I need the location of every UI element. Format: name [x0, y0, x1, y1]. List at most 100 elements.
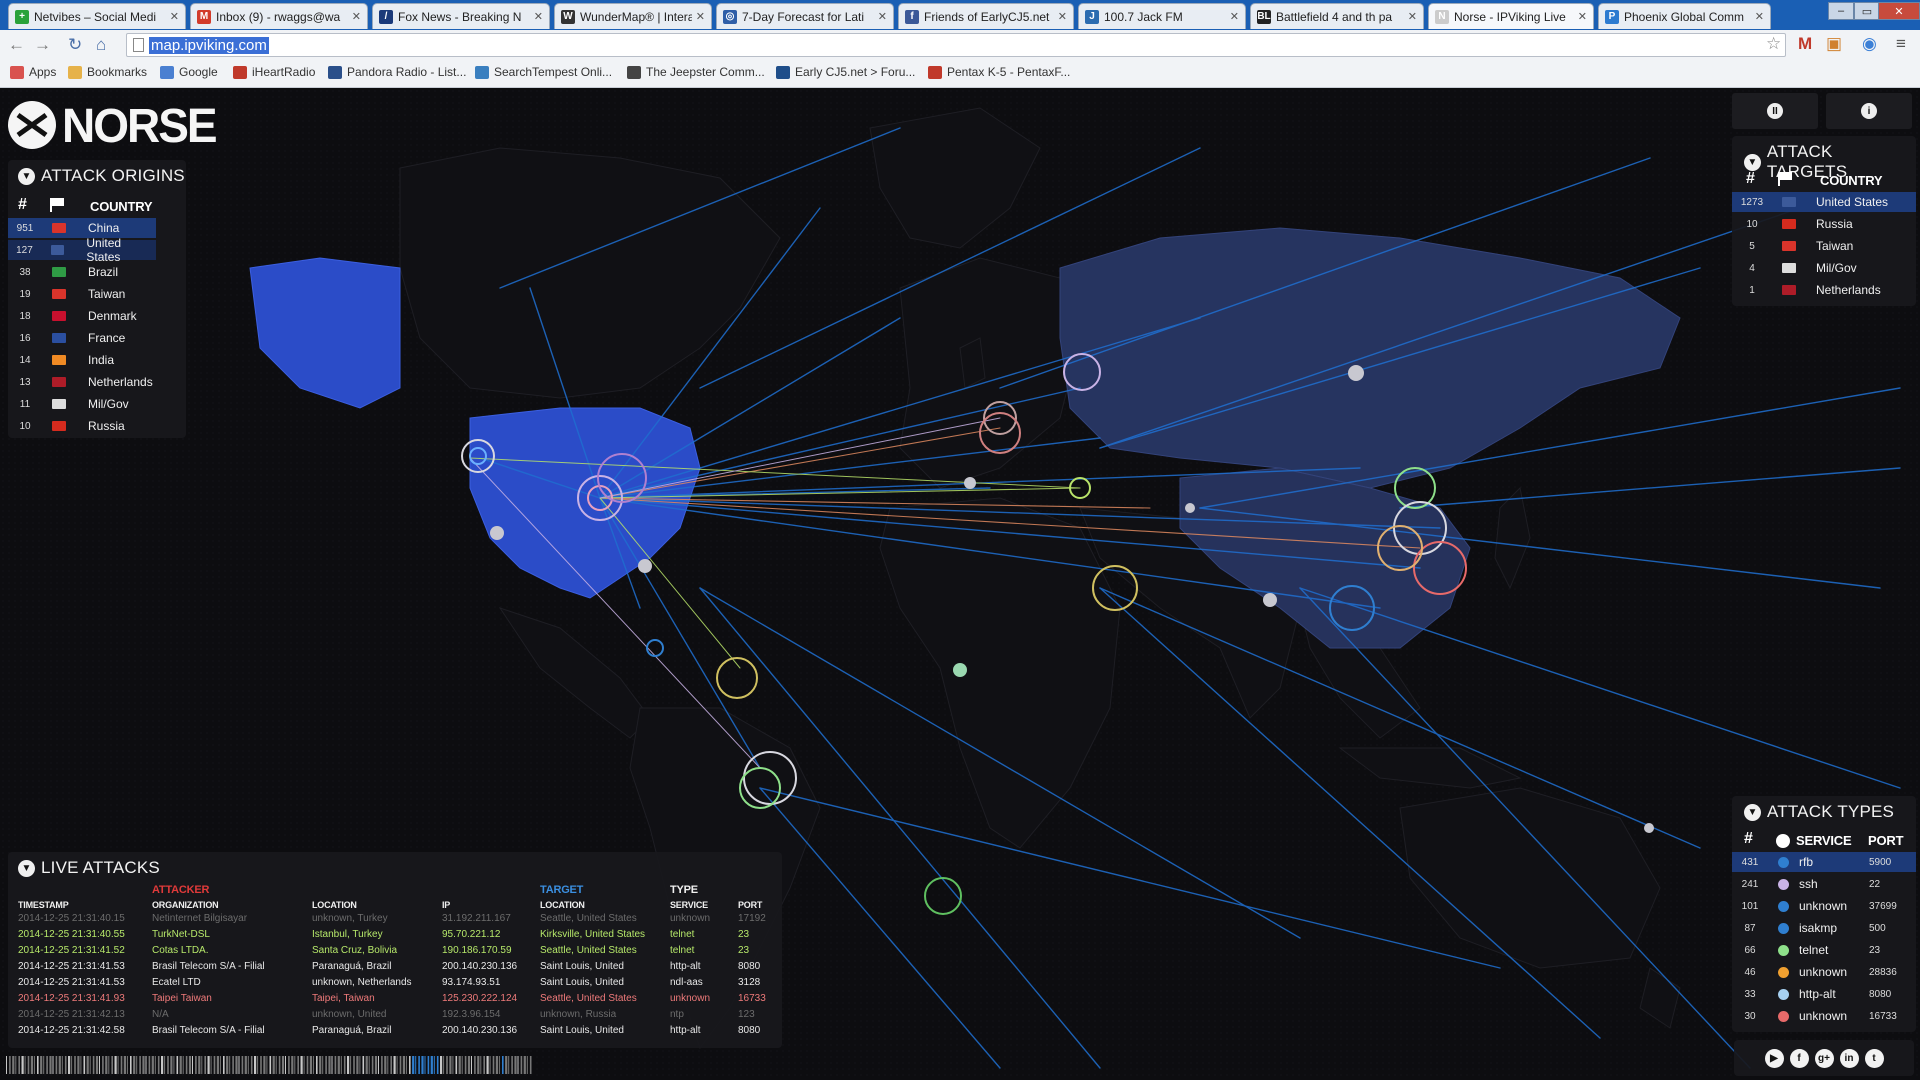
live-attack-row[interactable]: 2014-12-25 21:31:40.55 TurkNet-DSL Istanbu…: [8, 928, 782, 944]
live-attack-row[interactable]: 2014-12-25 21:31:41.53 Brasil Telecom S/A…: [8, 960, 782, 976]
youtube-icon[interactable]: ▶: [1764, 1048, 1784, 1068]
browser-tab[interactable]: ◎ 7-Day Forecast for Lati ✕: [716, 3, 894, 29]
browser-tab[interactable]: P Phoenix Global Comm ✕: [1598, 3, 1771, 29]
timeline-bar: [511, 1056, 513, 1074]
target-row[interactable]: 1 Netherlands: [1732, 280, 1916, 300]
facebook-icon[interactable]: f: [1789, 1048, 1809, 1068]
bookmark-item[interactable]: Bookmarks: [68, 65, 147, 79]
reload-icon[interactable]: ↻: [68, 35, 82, 55]
live-attack-row[interactable]: 2014-12-25 21:31:41.52 Cotas LTDA. Santa C…: [8, 944, 782, 960]
gmail-extension-icon[interactable]: M: [1798, 34, 1812, 54]
timeline-bar: [139, 1056, 141, 1074]
close-tab-icon[interactable]: ✕: [352, 10, 361, 23]
address-bar[interactable]: map.ipviking.com: [126, 33, 1786, 57]
menu-icon[interactable]: ≡: [1896, 34, 1906, 54]
origin-row[interactable]: 10 Russia: [8, 416, 178, 436]
info-button[interactable]: i: [1826, 93, 1912, 129]
extension-icon[interactable]: ◉: [1862, 34, 1877, 54]
browser-tab[interactable]: f Friends of EarlyCJ5.net ✕: [898, 3, 1074, 29]
close-tab-icon[interactable]: ✕: [1755, 10, 1764, 23]
close-tab-icon[interactable]: ✕: [1058, 10, 1067, 23]
bookmark-item[interactable]: Apps: [10, 65, 56, 79]
live-attack-row[interactable]: 2014-12-25 21:31:40.15 Netinternet Bilgis…: [8, 912, 782, 928]
close-tab-icon[interactable]: ✕: [878, 10, 887, 23]
close-tab-icon[interactable]: ✕: [170, 10, 179, 23]
attack-type-row[interactable]: 66 telnet 23: [1732, 940, 1916, 960]
close-tab-icon[interactable]: ✕: [1408, 10, 1417, 23]
chevron-down-icon[interactable]: ▼: [1744, 803, 1761, 821]
attack-type-row[interactable]: 431 rfb 5900: [1732, 852, 1916, 872]
timeline-bar: [347, 1056, 350, 1074]
url-text[interactable]: map.ipviking.com: [149, 37, 269, 54]
home-icon[interactable]: ⌂: [96, 35, 106, 55]
extension-icon[interactable]: ▣: [1826, 34, 1842, 54]
forward-icon[interactable]: →: [34, 35, 51, 55]
bookmark-item[interactable]: SearchTempest Onli...: [475, 65, 612, 79]
linkedin-icon[interactable]: in: [1839, 1048, 1859, 1068]
browser-tab[interactable]: J 100.7 Jack FM ✕: [1078, 3, 1246, 29]
back-icon[interactable]: ←: [8, 35, 25, 55]
close-tab-icon[interactable]: ✕: [1230, 10, 1239, 23]
origin-country: India: [88, 353, 115, 367]
live-attack-row[interactable]: 2014-12-25 21:31:41.93 Taipei Taiwan Taipe…: [8, 992, 782, 1008]
bookmark-item[interactable]: iHeartRadio: [233, 65, 315, 79]
chevron-down-icon[interactable]: ▼: [18, 167, 35, 185]
origin-row[interactable]: 13 Netherlands: [8, 372, 178, 392]
attack-type-row[interactable]: 101 unknown 37699: [1732, 896, 1916, 916]
origin-row[interactable]: 38 Brazil: [8, 262, 178, 282]
target-row[interactable]: 4 Mil/Gov: [1732, 258, 1916, 278]
attack-type-row[interactable]: 241 ssh 22: [1732, 874, 1916, 894]
bookmark-item[interactable]: The Jeepster Comm...: [627, 65, 765, 79]
chevron-down-icon[interactable]: ▼: [1744, 153, 1761, 171]
attacker-organization: Cotas LTDA.: [152, 945, 209, 956]
browser-tab[interactable]: W WunderMap® | Interac ✕: [554, 3, 712, 29]
live-attacks-title[interactable]: ▼ LIVE ATTACKS: [18, 858, 160, 878]
attack-type-row[interactable]: 30 unknown 16733: [1732, 1006, 1916, 1026]
origin-row[interactable]: 127 United States: [8, 236, 156, 264]
live-attack-row[interactable]: 2014-12-25 21:31:42.58 Brasil Telecom S/A…: [8, 1024, 782, 1040]
origin-row[interactable]: 19 Taiwan: [8, 284, 178, 304]
chevron-down-icon[interactable]: ▼: [18, 859, 35, 877]
browser-tab[interactable]: M Inbox (9) - rwaggs@wa ✕: [190, 3, 368, 29]
attack-origins-title[interactable]: ▼ ATTACK ORIGINS: [18, 166, 185, 186]
origin-row[interactable]: 18 Denmark: [8, 306, 178, 326]
maximize-button[interactable]: ▭: [1854, 2, 1880, 20]
attack-type-row[interactable]: 46 unknown 28836: [1732, 962, 1916, 982]
close-tab-icon[interactable]: ✕: [696, 10, 705, 23]
origin-row[interactable]: 14 India: [8, 350, 178, 370]
attack-type-port: 22: [1869, 878, 1881, 890]
pause-button[interactable]: II: [1732, 93, 1818, 129]
timeline-bar: [498, 1056, 500, 1074]
origin-row[interactable]: 11 Mil/Gov: [8, 394, 178, 414]
live-attack-row[interactable]: 2014-12-25 21:31:42.13 N/A unknown, United…: [8, 1008, 782, 1024]
bookmark-item[interactable]: Early CJ5.net > Foru...: [776, 65, 915, 79]
timeline-bar: [148, 1056, 151, 1074]
minimize-button[interactable]: –: [1828, 2, 1854, 20]
attack-type-port: 8080: [1869, 988, 1892, 1000]
twitter-icon[interactable]: t: [1864, 1048, 1884, 1068]
bookmark-item[interactable]: Pentax K-5 - PentaxF...: [928, 65, 1070, 79]
attack-timeline: [6, 1056, 532, 1074]
close-tab-icon[interactable]: ✕: [1578, 10, 1587, 23]
timeline-bar: [145, 1056, 147, 1074]
attack-type-row[interactable]: 87 isakmp 500: [1732, 918, 1916, 938]
browser-tab[interactable]: + Netvibes – Social Medi ✕: [8, 3, 186, 29]
bookmark-star-icon[interactable]: ☆: [1766, 34, 1781, 54]
attack-type-row[interactable]: 33 http-alt 8080: [1732, 984, 1916, 1004]
close-window-button[interactable]: ✕: [1878, 2, 1920, 20]
target-row[interactable]: 5 Taiwan: [1732, 236, 1916, 256]
origin-row[interactable]: 16 France: [8, 328, 178, 348]
timeline-bar: [164, 1056, 166, 1074]
google-plus-icon[interactable]: g+: [1814, 1048, 1834, 1068]
origin-row[interactable]: 951 China: [8, 218, 156, 238]
browser-tab[interactable]: N Norse - IPViking Live ✕: [1428, 3, 1594, 29]
target-row[interactable]: 10 Russia: [1732, 214, 1916, 234]
live-attack-row[interactable]: 2014-12-25 21:31:41.53 Ecatel LTD unknown,…: [8, 976, 782, 992]
browser-tab[interactable]: / Fox News - Breaking N ✕: [372, 3, 550, 29]
browser-tab[interactable]: BL Battlefield 4 and th pa ✕: [1250, 3, 1424, 29]
bookmark-item[interactable]: Google: [160, 65, 218, 79]
bookmark-item[interactable]: Pandora Radio - List...: [328, 65, 466, 79]
attack-types-title[interactable]: ▼ ATTACK TYPES: [1744, 802, 1894, 822]
close-tab-icon[interactable]: ✕: [534, 10, 543, 23]
target-row[interactable]: 1273 United States: [1732, 192, 1916, 212]
